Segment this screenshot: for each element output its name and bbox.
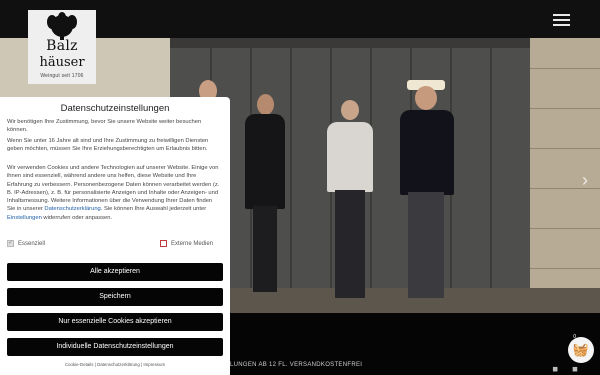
consent-paragraph: Wir benötigen Ihre Zustimmung, bevor Sie… [7, 119, 202, 134]
page: › Balz häuser Weingut seit 1706 LUNGEN A… [0, 0, 600, 375]
person-figure [243, 94, 287, 294]
flourish-emblem-icon [47, 12, 77, 40]
checkbox-unchecked-icon [160, 240, 167, 247]
consent-footer-links: Cookie-Details | Datenschutzerklärung | … [64, 362, 166, 367]
privacy-link[interactable]: Datenschutzerklärung [97, 362, 140, 367]
individual-settings-button[interactable]: Individuelle Datenschutzeinstellungen [7, 338, 223, 356]
person-figure [325, 100, 375, 300]
footer-icons: ◼ ◼ [552, 366, 584, 373]
cookie-consent-dialog: Datenschutzeinstellungen Wir benötigen I… [0, 97, 230, 375]
stone-wall-right [530, 38, 600, 313]
imprint-link[interactable]: Impressum [143, 362, 165, 367]
cookie-details-link[interactable]: Cookie-Details [65, 362, 94, 367]
logo-text-line2: häuser [39, 55, 85, 70]
consent-paragraph: Wenn Sie unter 16 Jahre alt sind und Ihr… [7, 138, 209, 153]
person-figure [398, 80, 456, 300]
accept-all-button[interactable]: Alle akzeptieren [7, 263, 223, 281]
logo-text-line1: Balz [46, 38, 78, 54]
save-button[interactable]: Speichern [7, 288, 223, 306]
shipping-ticker: LUNGEN AB 12 FL. VERSANDKOSTENFREI [230, 362, 363, 368]
essential-only-button[interactable]: Nur essenzielle Cookies akzeptieren [7, 313, 223, 331]
checkbox-external-media[interactable]: Externe Medien [160, 240, 213, 247]
brand-logo[interactable]: Balz häuser Weingut seit 1706 [28, 10, 96, 84]
shopping-basket-icon[interactable]: 🧺 [568, 337, 594, 363]
chevron-right-icon[interactable]: › [582, 170, 588, 191]
privacy-policy-link[interactable]: Datenschutzerklärung [44, 206, 100, 212]
checkbox-essential[interactable]: Essenziell [7, 239, 45, 247]
logo-tagline: Weingut seit 1706 [40, 73, 84, 79]
consent-paragraph: Wir verwenden Cookies und andere Technol… [7, 165, 220, 221]
settings-link[interactable]: Einstellungen [7, 215, 42, 221]
checkbox-checked-icon [7, 239, 14, 247]
hamburger-icon[interactable] [553, 14, 570, 26]
consent-title: Datenschutzeinstellungen [60, 103, 170, 114]
